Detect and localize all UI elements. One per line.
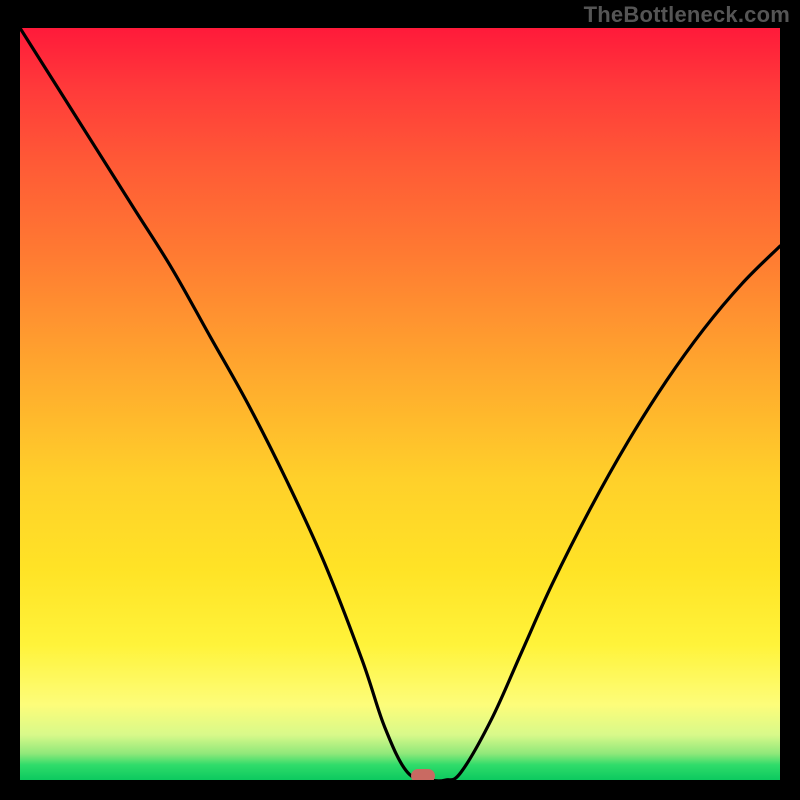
attribution-label: TheBottleneck.com (584, 2, 790, 28)
plot-area (20, 28, 780, 780)
bottleneck-curve (20, 28, 780, 780)
optimum-marker (411, 769, 435, 780)
chart-frame: TheBottleneck.com (0, 0, 800, 800)
curve-layer (20, 28, 780, 780)
